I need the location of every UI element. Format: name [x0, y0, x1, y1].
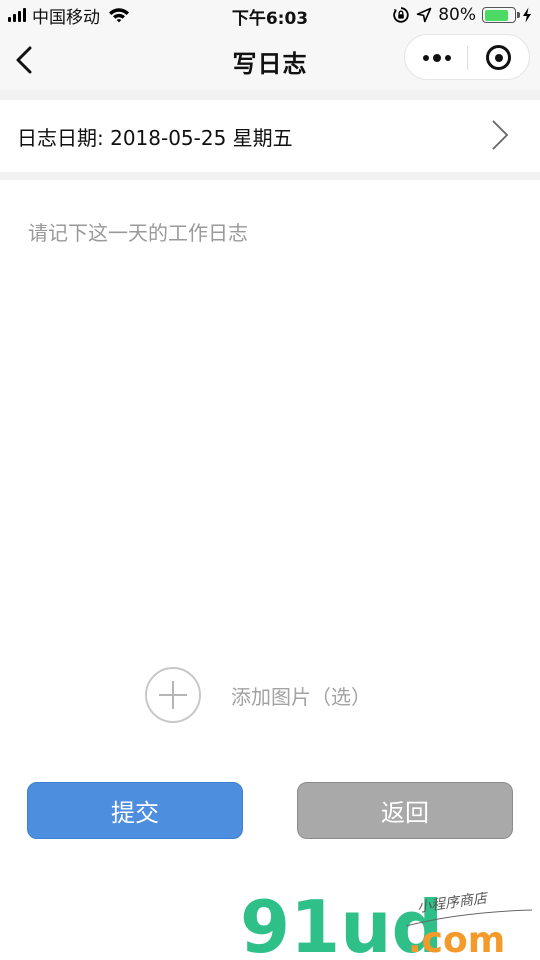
- add-image-label: 添加图片（选）: [231, 684, 371, 709]
- return-button[interactable]: 返回: [297, 782, 513, 839]
- more-button[interactable]: [405, 35, 467, 81]
- orientation-lock-icon: [393, 7, 409, 23]
- nav-bar: 写日志: [0, 30, 540, 90]
- capsule-menu: [404, 34, 530, 80]
- close-button[interactable]: [468, 35, 530, 81]
- status-bar: 中国移动 下午6:03 80%: [0, 0, 540, 30]
- submit-button[interactable]: 提交: [27, 782, 243, 839]
- location-arrow-icon: [416, 7, 432, 23]
- close-target-icon: [486, 45, 511, 70]
- battery-icon: [482, 7, 520, 23]
- charging-icon: [523, 7, 531, 23]
- log-date-text: 日志日期: 2018-05-25 星期五: [17, 126, 293, 150]
- add-image-button[interactable]: 添加图片（选）: [145, 666, 371, 724]
- section-divider: [0, 90, 540, 100]
- watermark-logo: 91ud .com 小程序商店: [240, 892, 533, 958]
- log-content-input[interactable]: [28, 215, 512, 645]
- write-log-page: 中国移动 下午6:03 80% 写日志 日志日期: 2018-05-25 星期五…: [0, 0, 540, 960]
- log-date-selector[interactable]: 日志日期: 2018-05-25 星期五: [0, 100, 540, 172]
- chevron-right-icon: [492, 120, 509, 150]
- add-circle-icon: [145, 667, 201, 723]
- status-right: 80%: [392, 4, 532, 26]
- section-divider: [0, 172, 540, 180]
- battery-percent: 80%: [438, 5, 476, 25]
- watermark-domain-suffix: .com: [408, 920, 505, 958]
- battery-level: [484, 9, 508, 21]
